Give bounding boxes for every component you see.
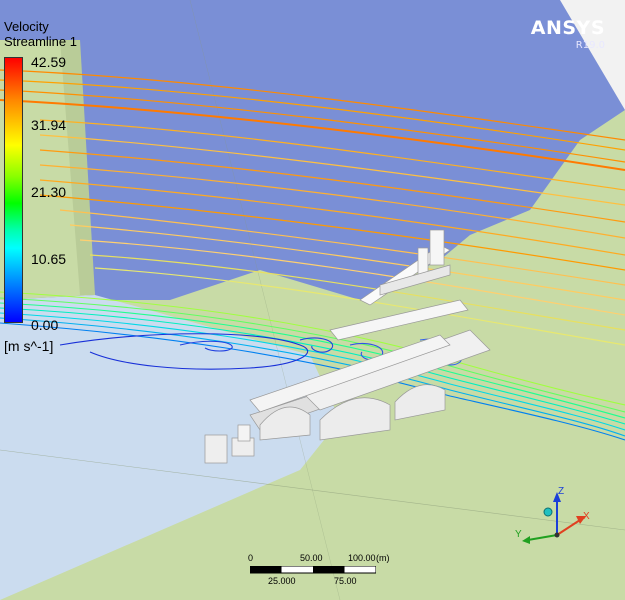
- axis-z-label: Z: [558, 486, 565, 497]
- scale-label: 25.000: [268, 576, 296, 586]
- scale-bar: 0 50.00 100.00 (m) 25.000 75.00: [238, 553, 390, 593]
- axis-y-label: Y: [515, 529, 522, 540]
- scale-bar-graphic: [250, 566, 376, 574]
- legend-tick: 21.30: [31, 184, 67, 200]
- axis-x-label: X: [583, 511, 590, 522]
- scale-unit: (m): [376, 553, 390, 563]
- scale-label: 75.00: [334, 576, 357, 586]
- flow-scene: [0, 0, 625, 600]
- scale-label: 0: [248, 553, 254, 563]
- legend-tick-min: 0.00: [31, 317, 59, 333]
- legend-units: [m s^-1]: [4, 338, 54, 354]
- legend-subtitle: Streamline 1: [4, 34, 77, 49]
- legend-tick: 10.65: [31, 251, 67, 267]
- legend-colorbar: [4, 57, 23, 323]
- scale-label: 100.00: [348, 553, 376, 563]
- legend-title: Velocity: [4, 19, 49, 34]
- brand-version: R19.0: [575, 40, 605, 51]
- legend-tick: 31.94: [31, 117, 67, 133]
- scale-label: 50.00: [300, 553, 323, 563]
- brand-logo: ANSYS R19.0: [531, 17, 605, 51]
- legend-tick-max: 42.59: [31, 54, 67, 70]
- brand-name: ANSYS: [530, 17, 605, 39]
- 3d-viewport[interactable]: Velocity Streamline 1 42.59 31.94 21.30 …: [0, 0, 625, 600]
